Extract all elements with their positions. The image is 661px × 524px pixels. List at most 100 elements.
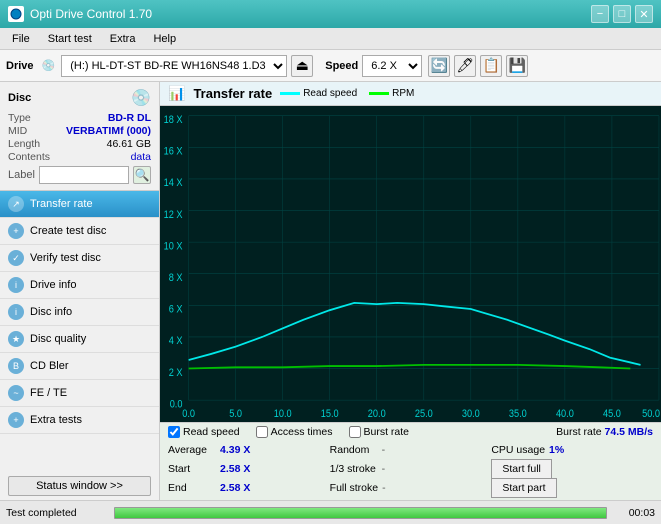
drive-select[interactable]: (H:) HL-DT-ST BD-RE WH16NS48 1.D3 bbox=[61, 55, 287, 77]
legend-color-rpm bbox=[369, 92, 389, 95]
checkbox-read-speed-label: Read speed bbox=[183, 426, 240, 438]
svg-text:12 X: 12 X bbox=[164, 209, 183, 221]
svg-text:40.0: 40.0 bbox=[556, 408, 574, 420]
action-button1[interactable]: 🖊 bbox=[454, 55, 476, 77]
nav-label-fe-te: FE / TE bbox=[30, 387, 67, 399]
main-content: Disc 💿 Type BD-R DL MID VERBATIMf (000) … bbox=[0, 82, 661, 500]
stats-stroke1-val: - bbox=[382, 463, 386, 475]
stats-rows: Average 4.39 X Start 2.58 X End 2.58 X bbox=[168, 441, 653, 497]
stats-cpu-val: 1% bbox=[549, 444, 589, 456]
svg-text:0.0: 0.0 bbox=[182, 408, 195, 420]
nav-item-create-test-disc[interactable]: + Create test disc bbox=[0, 218, 159, 245]
checkbox-access-times-input[interactable] bbox=[256, 426, 268, 438]
checkbox-read-speed[interactable]: Read speed bbox=[168, 426, 240, 438]
stats-start-val: 2.58 X bbox=[220, 463, 260, 475]
start-full-button[interactable]: Start full bbox=[491, 459, 552, 479]
menu-extra[interactable]: Extra bbox=[102, 31, 144, 47]
stats-stroke1-key: 1/3 stroke bbox=[330, 463, 378, 475]
menu-help[interactable]: Help bbox=[145, 31, 184, 47]
disc-length-val: 46.61 GB bbox=[107, 138, 151, 150]
nav-label-extra-tests: Extra tests bbox=[30, 414, 82, 426]
checkbox-burst-rate[interactable]: Burst rate bbox=[349, 426, 410, 438]
legend-label-rpm: RPM bbox=[392, 88, 414, 99]
svg-text:10.0: 10.0 bbox=[274, 408, 292, 420]
stats-end-key: End bbox=[168, 482, 216, 494]
svg-text:15.0: 15.0 bbox=[321, 408, 339, 420]
status-window-button[interactable]: Status window >> bbox=[8, 476, 151, 496]
checkboxes-row: Read speed Access times Burst rate Burst… bbox=[168, 426, 653, 438]
disc-type-row: Type BD-R DL bbox=[8, 112, 151, 124]
stats-startfull-row[interactable]: Start full bbox=[491, 460, 653, 478]
refresh-button[interactable]: 🔄 bbox=[428, 55, 450, 77]
nav-icon-verify-test-disc: ✓ bbox=[8, 250, 24, 266]
start-part-button[interactable]: Start part bbox=[491, 478, 556, 498]
stats-fullstroke-row: Full stroke - bbox=[330, 479, 492, 497]
disc-icon: 💿 bbox=[131, 88, 151, 108]
chart-svg: 18 X 16 X 14 X 12 X 10 X 8 X 6 X 4 X 2 X… bbox=[160, 106, 661, 422]
disc-label-row: Label 🔍 bbox=[8, 166, 151, 184]
nav-item-cd-bler[interactable]: B CD Bler bbox=[0, 353, 159, 380]
chart-legend: Read speed RPM bbox=[280, 88, 414, 99]
svg-text:14 X: 14 X bbox=[164, 178, 183, 190]
disc-label-input[interactable] bbox=[39, 166, 129, 184]
nav-icon-cd-bler: B bbox=[8, 358, 24, 374]
nav-icon-transfer-rate: ↗ bbox=[8, 196, 24, 212]
checkbox-burst-rate-label: Burst rate bbox=[364, 426, 410, 438]
disc-panel-header: Disc 💿 bbox=[8, 88, 151, 108]
nav-item-verify-test-disc[interactable]: ✓ Verify test disc bbox=[0, 245, 159, 272]
close-button[interactable]: ✕ bbox=[635, 5, 653, 23]
checkbox-read-speed-input[interactable] bbox=[168, 426, 180, 438]
maximize-button[interactable]: □ bbox=[613, 5, 631, 23]
menu-file[interactable]: File bbox=[4, 31, 38, 47]
menu-start-test[interactable]: Start test bbox=[40, 31, 100, 47]
minimize-button[interactable]: − bbox=[591, 5, 609, 23]
checkbox-burst-rate-input[interactable] bbox=[349, 426, 361, 438]
nav-item-drive-info[interactable]: i Drive info bbox=[0, 272, 159, 299]
title-controls: − □ ✕ bbox=[591, 5, 653, 23]
stats-stroke1-row: 1/3 stroke - bbox=[330, 460, 492, 478]
stats-cpu-row: CPU usage 1% bbox=[491, 441, 653, 459]
disc-label-key: Label bbox=[8, 169, 35, 181]
title-bar: Opti Drive Control 1.70 − □ ✕ bbox=[0, 0, 661, 28]
nav-item-transfer-rate[interactable]: ↗ Transfer rate bbox=[0, 191, 159, 218]
disc-label-btn[interactable]: 🔍 bbox=[133, 166, 151, 184]
nav-item-disc-quality[interactable]: ★ Disc quality bbox=[0, 326, 159, 353]
stats-area: Read speed Access times Burst rate Burst… bbox=[160, 422, 661, 500]
disc-panel: Disc 💿 Type BD-R DL MID VERBATIMf (000) … bbox=[0, 82, 159, 191]
drive-icon: 💿 bbox=[42, 59, 56, 72]
speed-select[interactable]: 6.2 X bbox=[362, 55, 422, 77]
svg-text:18 X: 18 X bbox=[164, 114, 183, 126]
legend-read-speed: Read speed bbox=[280, 88, 357, 99]
disc-mid-row: MID VERBATIMf (000) bbox=[8, 125, 151, 137]
stats-random-key: Random bbox=[330, 444, 378, 456]
legend-label-read-speed: Read speed bbox=[303, 88, 357, 99]
disc-length-row: Length 46.61 GB bbox=[8, 138, 151, 150]
sidebar: Disc 💿 Type BD-R DL MID VERBATIMf (000) … bbox=[0, 82, 160, 500]
progress-bar-fill bbox=[115, 508, 606, 518]
title-bar-left: Opti Drive Control 1.70 bbox=[8, 6, 152, 22]
stats-fullstroke-val: - bbox=[382, 482, 386, 494]
checkbox-access-times[interactable]: Access times bbox=[256, 426, 333, 438]
nav-icon-disc-quality: ★ bbox=[8, 331, 24, 347]
disc-label: Disc bbox=[8, 92, 31, 104]
stats-end-row: End 2.58 X bbox=[168, 479, 330, 497]
svg-text:4 X: 4 X bbox=[169, 336, 183, 348]
disc-contents-val[interactable]: data bbox=[131, 151, 151, 163]
nav-item-extra-tests[interactable]: + Extra tests bbox=[0, 407, 159, 434]
nav-icon-extra-tests: + bbox=[8, 412, 24, 428]
progress-bar-container bbox=[114, 507, 607, 519]
nav-item-disc-info[interactable]: i Disc info bbox=[0, 299, 159, 326]
nav-item-fe-te[interactable]: ~ FE / TE bbox=[0, 380, 159, 407]
eject-button[interactable]: ⏏ bbox=[291, 55, 313, 77]
save-button[interactable]: 💾 bbox=[506, 55, 528, 77]
disc-length-key: Length bbox=[8, 138, 40, 150]
stats-startpart-row[interactable]: Start part bbox=[491, 479, 653, 497]
svg-text:0.0: 0.0 bbox=[170, 399, 183, 411]
action-button2[interactable]: 📋 bbox=[480, 55, 502, 77]
burst-rate-label: Burst rate bbox=[556, 426, 604, 438]
nav-icon-fe-te: ~ bbox=[8, 385, 24, 401]
stats-random-val: - bbox=[382, 444, 386, 456]
stats-average-row: Average 4.39 X bbox=[168, 441, 330, 459]
disc-contents-row: Contents data bbox=[8, 151, 151, 163]
svg-text:30.0: 30.0 bbox=[462, 408, 480, 420]
